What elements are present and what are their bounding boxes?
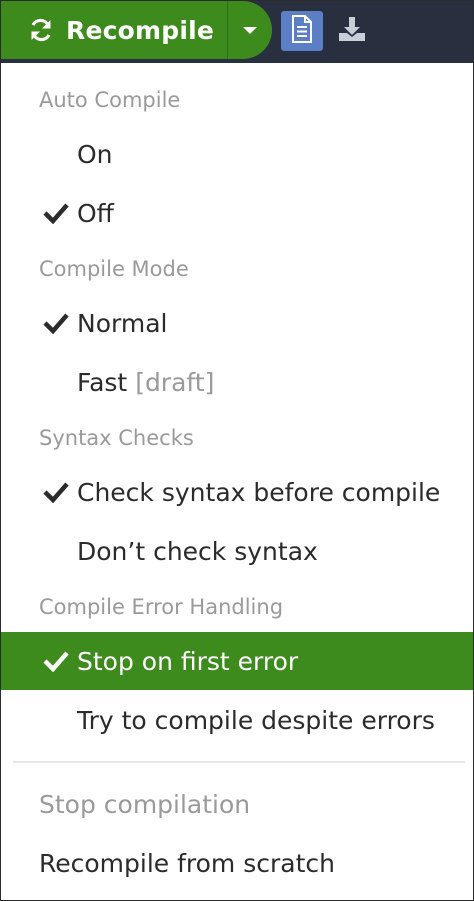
- menu-item-label: Recompile from scratch: [39, 848, 335, 878]
- menu-item-check-syntax[interactable]: Check syntax before compile: [1, 463, 473, 521]
- download-button[interactable]: [333, 11, 371, 51]
- document-icon: [291, 15, 313, 47]
- menu-item-try-despite-errors[interactable]: Try to compile despite errors: [1, 691, 473, 749]
- section-header-auto-compile: Auto Compile: [39, 88, 181, 112]
- menu-item-dont-check-syntax[interactable]: Don’t check syntax: [1, 522, 473, 580]
- menu-item-stop-compilation[interactable]: Stop compilation: [1, 775, 473, 833]
- menu-item-label: Don’t check syntax: [77, 536, 318, 566]
- menu-item-label: Stop compilation: [39, 789, 251, 819]
- menu-item-recompile-from-scratch[interactable]: Recompile from scratch: [1, 834, 473, 892]
- section-header-syntax-checks: Syntax Checks: [39, 426, 194, 450]
- menu-divider: [13, 761, 465, 763]
- menu-item-label: Try to compile despite errors: [77, 705, 435, 735]
- section-header-compile-mode: Compile Mode: [39, 257, 189, 281]
- menu-item-label: Fast [draft]: [77, 368, 214, 397]
- compile-options-menu: Auto Compile On Off Compile Mode Normal …: [1, 63, 473, 900]
- checkmark-icon: [43, 201, 69, 225]
- checkmark-icon: [43, 311, 69, 335]
- checkmark-icon: [43, 480, 69, 504]
- logs-button[interactable]: [281, 11, 323, 51]
- menu-item-stop-on-first-error[interactable]: Stop on first error: [1, 632, 473, 690]
- download-icon: [337, 15, 367, 47]
- caret-down-icon: [243, 26, 257, 34]
- checkmark-icon: [43, 649, 69, 673]
- recompile-options-toggle[interactable]: [227, 1, 272, 59]
- fast-label: Fast: [77, 367, 128, 397]
- menu-item-label: On: [77, 139, 113, 169]
- menu-item-auto-compile-on[interactable]: On: [1, 125, 473, 183]
- menu-item-label: Off: [77, 198, 114, 228]
- section-header-error-handling: Compile Error Handling: [39, 595, 284, 619]
- draft-suffix: [draft]: [135, 367, 215, 397]
- menu-item-compile-mode-normal[interactable]: Normal: [1, 294, 473, 352]
- menu-item-auto-compile-off[interactable]: Off: [1, 184, 473, 242]
- toolbar: Recompile: [1, 1, 473, 63]
- compile-window: Recompile Auto Compile On Off Compile Mo…: [0, 0, 474, 901]
- menu-item-compile-mode-fast[interactable]: Fast [draft]: [1, 353, 473, 411]
- menu-item-label: Stop on first error: [77, 646, 299, 676]
- menu-item-label: Check syntax before compile: [77, 477, 441, 507]
- recompile-button[interactable]: Recompile: [1, 1, 227, 59]
- refresh-icon: [28, 17, 54, 43]
- recompile-label: Recompile: [66, 15, 215, 45]
- menu-item-label: Normal: [77, 308, 168, 338]
